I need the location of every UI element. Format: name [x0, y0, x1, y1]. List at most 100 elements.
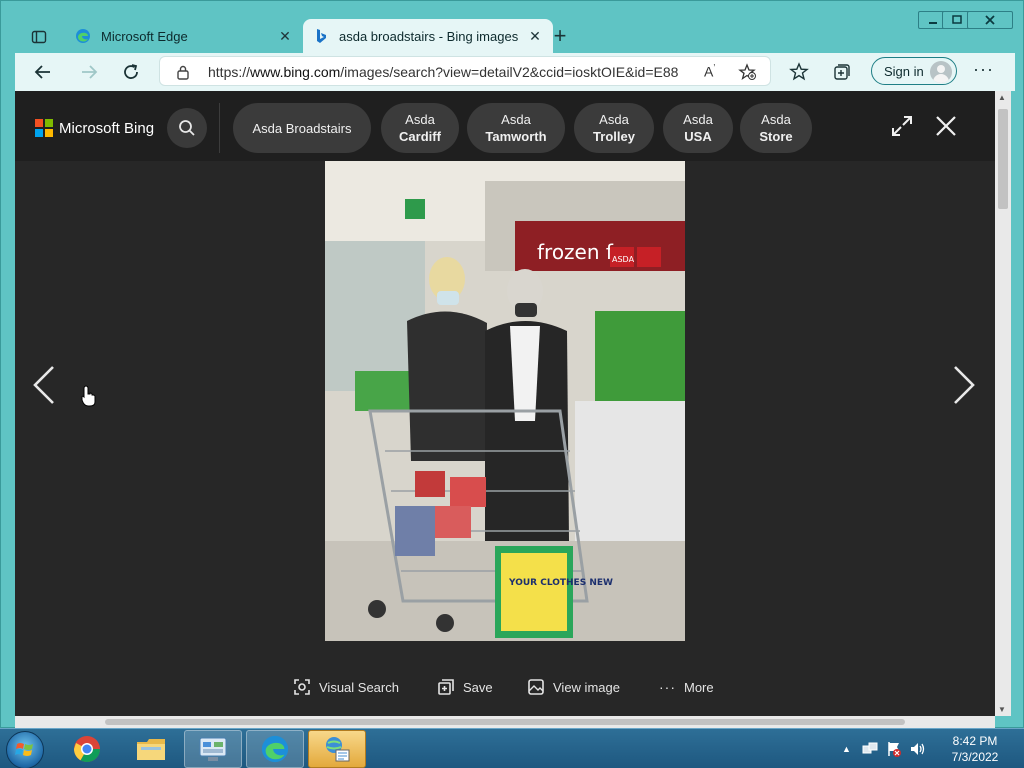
detail-image[interactable]: frozen fo ASDA YOUR CLOTHES NEW	[325, 161, 685, 641]
horizontal-scrollbar[interactable]	[15, 716, 995, 728]
related-chip-asda-cardiff[interactable]: Asda Cardiff	[381, 103, 459, 153]
tab-title: asda broadstairs - Bing images	[339, 28, 519, 44]
chip-line1: Asda	[683, 112, 713, 127]
favorites-icon	[789, 62, 809, 81]
folder-icon	[137, 739, 165, 760]
refresh-button[interactable]	[117, 59, 145, 85]
save-label: Save	[463, 679, 493, 695]
taskbar-edge[interactable]	[246, 730, 304, 768]
taskbar-control-panel[interactable]	[184, 730, 242, 768]
search-button[interactable]	[167, 108, 207, 148]
volume-icon[interactable]	[909, 740, 927, 758]
clock-time: 8:42 PM	[952, 734, 998, 748]
previous-image-button[interactable]	[29, 363, 59, 407]
forward-button[interactable]	[75, 59, 103, 85]
tab-close-icon[interactable]: ✕	[277, 28, 293, 45]
chip-line2: Trolley	[593, 129, 635, 144]
tab-close-icon[interactable]: ✕	[527, 28, 543, 45]
url-text[interactable]: https://www.bing.com/images/search?view=…	[208, 64, 678, 80]
photo-sign-text: YOUR CLOTHES NEW	[508, 578, 613, 588]
related-chip-asda-usa[interactable]: Asda USA	[663, 103, 733, 153]
chip-line2: Cardiff	[399, 129, 441, 144]
bing-logo[interactable]: Microsoft Bing	[35, 119, 154, 137]
tab-microsoft-edge[interactable]: Microsoft Edge ✕	[65, 19, 303, 53]
chip-line1: Asda	[501, 112, 531, 127]
taskbar-file-explorer[interactable]	[122, 730, 180, 768]
tab-actions-button[interactable]	[25, 25, 53, 49]
scrollbar-thumb[interactable]	[998, 109, 1008, 209]
search-icon	[179, 120, 195, 136]
url-path: /images/search?view=detailV2&ccid=iosktO…	[340, 64, 678, 80]
plus-icon: +	[553, 23, 567, 48]
network-icon[interactable]	[861, 740, 879, 758]
chip-line1: Asda	[761, 112, 791, 127]
browser-toolbar: https://www.bing.com/images/search?view=…	[15, 53, 1015, 91]
new-tab-button[interactable]: +	[547, 23, 573, 49]
save-button[interactable]: Save	[437, 675, 493, 699]
image-action-bar: Visual Search Save View image ··· More	[15, 675, 995, 699]
action-center-flag-icon[interactable]	[885, 740, 903, 758]
more-button[interactable]: ··· More	[659, 675, 714, 699]
visual-search-label: Visual Search	[319, 679, 399, 695]
related-chip-asda-trolley[interactable]: Asda Trolley	[574, 103, 654, 153]
address-bar[interactable]: https://www.bing.com/images/search?view=…	[159, 56, 771, 86]
related-chip-asda-store[interactable]: Asda Store	[740, 103, 812, 153]
taskbar-network-app[interactable]	[308, 730, 366, 768]
chip-line1: Asda	[599, 112, 629, 127]
related-chip-asda-tamworth[interactable]: Asda Tamworth	[467, 103, 565, 153]
system-tray: ▲	[842, 737, 927, 761]
store-photo: frozen fo ASDA YOUR CLOTHES NEW	[325, 161, 685, 641]
save-icon	[438, 679, 454, 695]
expand-icon[interactable]	[891, 115, 913, 137]
settings-menu-button[interactable]: ···	[973, 59, 994, 80]
bing-icon	[317, 29, 326, 43]
avatar-icon	[930, 61, 952, 83]
bing-brand-text: Microsoft Bing	[59, 119, 155, 137]
more-dots-icon: ···	[973, 59, 994, 79]
add-favorite-icon[interactable]	[738, 63, 756, 81]
chip-line1: Asda	[405, 112, 435, 127]
tab-bing-images[interactable]: asda broadstairs - Bing images ✕	[303, 19, 553, 53]
vertical-scrollbar[interactable]: ▲ ▼	[995, 91, 1011, 716]
microsoft-logo-icon	[35, 119, 53, 137]
bing-image-viewer: Microsoft Bing Asda Broadstairs Asda Car…	[15, 91, 995, 716]
url-host: www.bing.com	[250, 64, 341, 80]
taskbar-chrome[interactable]	[58, 730, 116, 768]
view-image-icon	[528, 679, 544, 695]
taskbar-clock[interactable]: 8:42 PM 7/3/2022	[940, 733, 1010, 765]
windows-logo-icon	[15, 743, 33, 756]
sign-in-button[interactable]: Sign in	[871, 57, 957, 85]
show-hidden-icons[interactable]: ▲	[842, 744, 851, 754]
favorites-button[interactable]	[788, 61, 810, 83]
url-scheme: https://	[208, 64, 251, 80]
tab-actions-icon	[31, 30, 47, 44]
edge-icon	[76, 29, 90, 43]
collections-button[interactable]	[831, 61, 853, 83]
control-panel-icon	[199, 737, 227, 761]
sign-in-label: Sign in	[884, 63, 924, 79]
taskbar: ▲ 8:42 PM 7/3/2022	[0, 728, 1024, 768]
read-aloud-icon[interactable]: Aʼ	[704, 63, 715, 80]
chevron-right-icon	[954, 366, 975, 404]
back-button[interactable]	[29, 59, 57, 85]
network-globe-icon	[326, 737, 350, 762]
arrow-right-icon	[82, 65, 98, 79]
visual-search-button[interactable]: Visual Search	[293, 675, 399, 699]
related-chip-asda-broadstairs[interactable]: Asda Broadstairs	[233, 103, 371, 153]
edge-icon	[261, 735, 289, 763]
lock-icon	[177, 65, 189, 80]
tab-title: Microsoft Edge	[101, 28, 188, 44]
scrollbar-thumb[interactable]	[105, 719, 905, 725]
bing-header: Microsoft Bing Asda Broadstairs Asda Car…	[15, 91, 995, 161]
chip-line2: USA	[684, 129, 712, 144]
chip-line2: Store	[759, 129, 793, 144]
view-image-button[interactable]: View image	[527, 675, 620, 699]
start-button[interactable]	[6, 731, 44, 768]
more-dots-icon: ···	[659, 679, 676, 695]
scroll-down-icon[interactable]: ▼	[998, 705, 1006, 714]
scroll-up-icon[interactable]: ▲	[998, 93, 1006, 102]
chrome-icon	[73, 736, 101, 763]
close-viewer-icon[interactable]	[935, 115, 957, 137]
photo-asda-logo: ASDA	[612, 255, 635, 264]
next-image-button[interactable]	[949, 363, 979, 407]
